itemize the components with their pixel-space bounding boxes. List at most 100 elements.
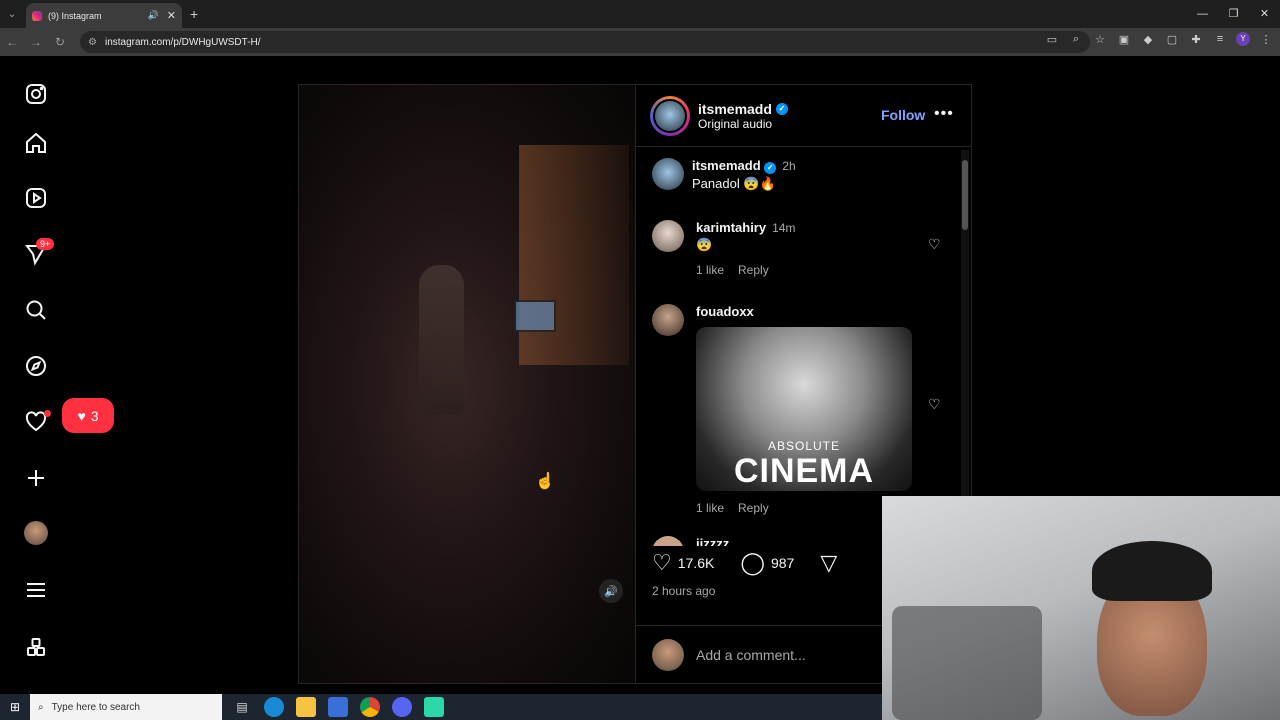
- comment-username[interactable]: jizzzz: [696, 536, 729, 546]
- search-icon: ⌕: [38, 701, 44, 713]
- avatar[interactable]: [652, 158, 684, 190]
- chrome-icon[interactable]: [360, 697, 380, 717]
- post-viewer: 🔊 ☝ itsmemadd ✓ Original audio Follow •••…: [298, 84, 973, 684]
- app-icon[interactable]: [424, 697, 444, 717]
- also-from-meta-icon[interactable]: [22, 633, 50, 661]
- notification-count: 3: [90, 407, 99, 424]
- audio-label[interactable]: Original audio: [698, 117, 788, 131]
- caption-username[interactable]: itsmemadd: [692, 158, 761, 173]
- home-icon[interactable]: [22, 129, 50, 157]
- search-icon[interactable]: [22, 296, 50, 324]
- close-tab-icon[interactable]: ✕: [167, 9, 176, 22]
- caption-text: Panadol 😨🔥: [692, 176, 776, 191]
- reply-button[interactable]: Reply: [738, 263, 769, 277]
- comment-like-heart-icon[interactable]: ♡: [928, 396, 941, 413]
- instagram-logo-icon[interactable]: [22, 80, 50, 108]
- profile-avatar[interactable]: Y: [1236, 32, 1250, 46]
- avatar: [652, 638, 684, 671]
- video-monitor: [514, 300, 556, 332]
- taskbar-search[interactable]: ⌕ Type here to search: [30, 694, 222, 720]
- extension-diamond-icon[interactable]: ◆: [1140, 33, 1156, 46]
- tab-search-button[interactable]: ⌄: [0, 0, 24, 28]
- comment-likes[interactable]: 1 like: [696, 263, 724, 277]
- comment-username[interactable]: karimtahiry: [696, 220, 766, 235]
- avatar: [24, 521, 48, 545]
- media-control-icon[interactable]: ≡: [1212, 33, 1228, 45]
- windows-taskbar: ⊞ ⌕ Type here to search ▤: [0, 694, 882, 720]
- more-options-icon[interactable]: •••: [934, 105, 954, 123]
- webcam-chair: [892, 606, 1042, 720]
- cast-icon[interactable]: ▭: [1044, 33, 1060, 46]
- site-info-icon[interactable]: ⚙: [88, 37, 97, 48]
- new-tab-button[interactable]: +: [190, 6, 198, 22]
- story-ring-avatar[interactable]: [650, 95, 690, 136]
- close-window-button[interactable]: ✕: [1249, 0, 1280, 28]
- volume-icon[interactable]: 🔊: [599, 579, 623, 603]
- extension-square-icon[interactable]: ▢: [1164, 33, 1180, 46]
- url-field[interactable]: ⚙ instagram.com/p/DWHgUWSDT-H/: [80, 31, 1090, 53]
- reel-video[interactable]: 🔊 ☝: [299, 85, 635, 683]
- comment-count: 987: [770, 555, 795, 571]
- comments-scrollbar[interactable]: [961, 150, 969, 546]
- url-text: instagram.com/p/DWHgUWSDT-H/: [104, 36, 261, 48]
- comment-item: karimtahiry 14m 😨 1 like Reply: [652, 220, 795, 277]
- comments-list[interactable]: itsmemadd ✓ 2h Panadol 😨🔥 karimtahiry 14m …: [636, 148, 973, 546]
- browser-tab[interactable]: (9) Instagram 🔊 ✕: [26, 3, 182, 28]
- bookmark-star-icon[interactable]: ☆: [1092, 33, 1108, 46]
- comment-bubble-icon[interactable]: ◯: [740, 550, 765, 576]
- zoom-icon[interactable]: ⌕: [1068, 33, 1084, 46]
- instagram-favicon-icon: [32, 10, 42, 21]
- more-menu-icon[interactable]: [22, 576, 50, 604]
- gif-text-bottom: CINEMA: [733, 452, 875, 490]
- edge-icon[interactable]: [264, 697, 284, 717]
- comment-username[interactable]: fouadoxx: [696, 304, 754, 319]
- browser-menu-icon[interactable]: ⋮: [1258, 33, 1274, 46]
- create-plus-icon[interactable]: [22, 464, 50, 492]
- restore-button[interactable]: ❐: [1218, 0, 1249, 28]
- reels-icon[interactable]: [22, 184, 50, 212]
- explore-compass-icon[interactable]: [22, 352, 50, 380]
- gif-text-top: ABSOLUTE: [767, 439, 841, 453]
- hand-cursor-icon: ☝: [535, 473, 555, 490]
- file-explorer-icon[interactable]: [296, 697, 316, 717]
- extensions-puzzle-icon[interactable]: ✚: [1188, 33, 1204, 46]
- comment-time: 14m: [772, 221, 796, 235]
- back-arrow-icon[interactable]: ←: [0, 35, 24, 49]
- windows-start-icon[interactable]: ⊞: [0, 700, 30, 714]
- forward-arrow-icon[interactable]: →: [24, 35, 48, 49]
- notification-dot: [44, 410, 51, 417]
- messages-badge: 9+: [36, 238, 55, 250]
- comment-item-partial: jizzzz: [652, 536, 729, 546]
- comment-like-heart-icon[interactable]: ♡: [928, 236, 941, 253]
- absolute-cinema-gif[interactable]: ABSOLUTE CINEMA: [696, 327, 912, 491]
- caption-time: 2h: [782, 159, 796, 173]
- address-bar-row: ← → ↻ ⚙ instagram.com/p/DWHgUWSDT-H/ ▭ ⌕…: [0, 28, 1280, 56]
- reply-button[interactable]: Reply: [738, 501, 769, 515]
- discord-icon[interactable]: [392, 697, 412, 717]
- profile-avatar-button[interactable]: [22, 519, 50, 547]
- notification-popup[interactable]: ♥ 3: [62, 398, 114, 433]
- post-header: itsmemadd ✓ Original audio Follow •••: [636, 85, 971, 147]
- store-icon[interactable]: [328, 697, 348, 717]
- video-person: [419, 265, 464, 415]
- translate-icon[interactable]: ▣: [1116, 33, 1132, 46]
- verified-badge-icon: ✓: [764, 162, 777, 174]
- share-icon[interactable]: ▽: [820, 550, 837, 576]
- avatar[interactable]: [652, 220, 684, 252]
- avatar[interactable]: [652, 536, 684, 546]
- follow-button[interactable]: Follow: [881, 107, 925, 123]
- speaker-icon[interactable]: 🔊: [148, 10, 159, 21]
- video-curtain: [519, 145, 629, 365]
- author-username[interactable]: itsmemadd: [698, 101, 772, 117]
- caption: itsmemadd ✓ 2h Panadol 😨🔥: [652, 158, 796, 192]
- minimize-button[interactable]: —: [1187, 0, 1218, 28]
- instagram-sidebar: 9+ ♥ 3: [0, 58, 114, 694]
- like-heart-icon[interactable]: ♡: [652, 550, 672, 576]
- comment-likes[interactable]: 1 like: [696, 501, 724, 515]
- task-view-icon[interactable]: ▤: [232, 697, 252, 717]
- avatar[interactable]: [652, 304, 684, 336]
- scrollbar-thumb[interactable]: [962, 160, 968, 230]
- like-count[interactable]: 17.6K: [678, 555, 715, 571]
- reload-icon[interactable]: ↻: [48, 35, 72, 49]
- browser-toolbar: ▭ ⌕ ☆ ▣ ◆ ▢ ✚ ≡ Y ⋮: [1044, 32, 1274, 46]
